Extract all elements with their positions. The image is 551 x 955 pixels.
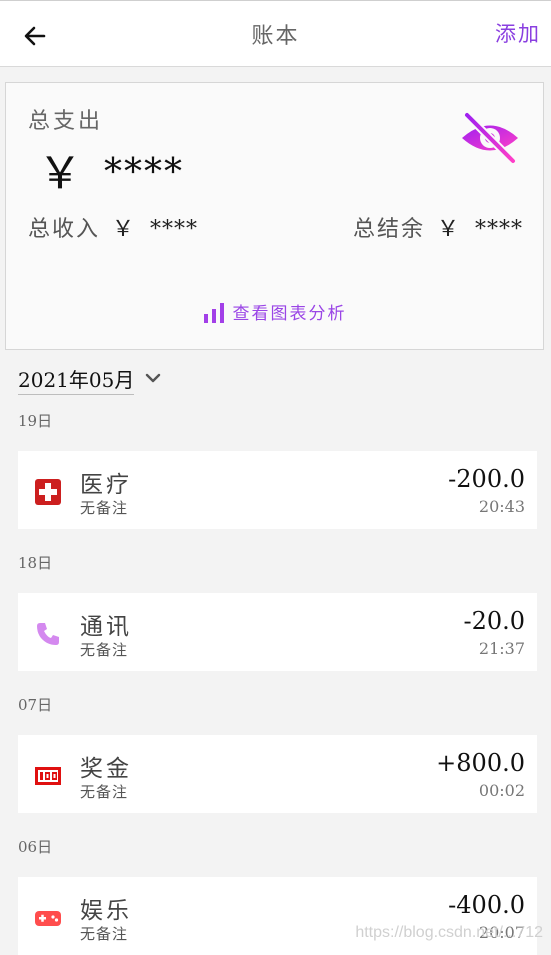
balance-value: ****: [475, 217, 523, 242]
add-button[interactable]: 添加: [495, 18, 541, 48]
record-time: 20:43: [478, 497, 525, 516]
summary-card: 总支出 ￥ **** 总收入 ￥ **** 总结余 ￥ **** 查看图表分析: [5, 82, 544, 350]
total-expense-value: ￥ ****: [38, 137, 184, 201]
total-expense-amount: ****: [104, 152, 184, 193]
record-amount: -20.0: [463, 607, 525, 635]
chevron-down-icon[interactable]: [145, 372, 161, 384]
record-amount: -400.0: [448, 891, 525, 919]
currency-symbol: ￥: [436, 217, 461, 242]
currency-symbol: ￥: [112, 217, 137, 242]
chart-analysis-link[interactable]: 查看图表分析: [6, 299, 543, 324]
balance-label: 总结余: [352, 217, 425, 242]
hide-amount-eye-icon[interactable]: [459, 107, 521, 169]
record-item[interactable]: 娱乐 无备注 -400.0 20:07: [18, 877, 537, 955]
record-note: 无备注: [80, 641, 129, 659]
day-label: 19日: [18, 412, 53, 430]
record-category: 通讯: [80, 614, 132, 640]
balance: 总结余 ￥ ****: [353, 211, 523, 243]
day-label: 18日: [18, 554, 53, 572]
total-expense-label: 总支出: [28, 109, 104, 134]
total-income: 总收入 ￥ ****: [28, 211, 198, 243]
currency-symbol: ￥: [38, 148, 82, 199]
record-item[interactable]: 奖金 无备注 +800.0 00:02: [18, 735, 537, 813]
day-label: 06日: [18, 838, 53, 856]
record-category: 医疗: [80, 472, 132, 498]
record-category: 娱乐: [80, 898, 132, 924]
record-amount: +800.0: [436, 749, 525, 777]
record-note: 无备注: [80, 925, 129, 943]
day-label: 07日: [18, 696, 53, 714]
record-note: 无备注: [80, 783, 129, 801]
record-category: 奖金: [80, 756, 132, 782]
month-selector[interactable]: 2021年05月: [18, 364, 135, 395]
gamepad-icon: [35, 911, 61, 926]
medical-cross-icon: [35, 479, 61, 505]
total-income-value: ****: [150, 217, 199, 242]
bar-chart-icon: [203, 303, 224, 323]
phone-icon: [37, 623, 59, 645]
record-amount: -200.0: [448, 465, 525, 493]
record-note: 无备注: [80, 499, 129, 517]
page-title: 账本: [251, 24, 300, 49]
record-item[interactable]: 通讯 无备注 -20.0 21:37: [18, 593, 537, 671]
record-time: 21:37: [478, 639, 525, 658]
record-time: 00:02: [478, 781, 525, 800]
bonus-100-icon: [35, 767, 61, 785]
watermark: https://blog.csdn.net/...712: [355, 924, 543, 941]
total-income-label: 总收入: [28, 217, 101, 242]
top-bar: 账本 添加: [0, 0, 551, 67]
record-item[interactable]: 医疗 无备注 -200.0 20:43: [18, 451, 537, 529]
chart-analysis-label: 查看图表分析: [232, 304, 347, 324]
